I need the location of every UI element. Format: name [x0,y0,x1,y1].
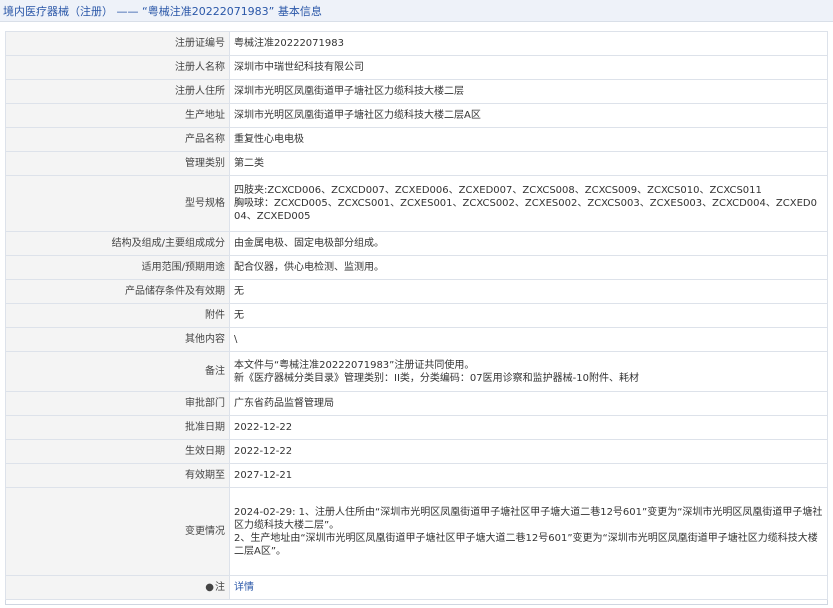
page-title: 境内医疗器械（注册） —— “粤械注准20222071983” 基本信息 [3,3,322,19]
value-model-spec: 四肢夹:ZCXCD006、ZCXCD007、ZCXED006、ZCXED007、… [229,175,828,232]
title-suffix: 基本信息 [274,5,322,18]
value-registrant-name: 深圳市中瑞世纪科技有限公司 [229,55,828,80]
value-scope: 配合仪器，供心电检测、监测用。 [229,255,828,280]
note-label: 注 [215,582,225,593]
row-storage: 产品储存条件及有效期 无 [5,279,828,304]
row-model-spec: 型号规格 四肢夹:ZCXCD006、ZCXCD007、ZCXED006、ZCXE… [5,175,828,232]
value-product-name: 重复性心电电极 [229,127,828,152]
label-management-class: 管理类别 [5,151,230,176]
row-production-address: 生产地址 深圳市光明区凤凰街道甲子塘社区力缆科技大楼二层A区 [5,103,828,128]
value-management-class: 第二类 [229,151,828,176]
value-approve-date: 2022-12-22 [229,415,828,440]
row-changes: 变更情况 2024-02-29: 1、注册人住所由“深圳市光明区凤凰街道甲子塘社… [5,487,828,576]
row-effective-date: 生效日期 2022-12-22 [5,439,828,464]
detail-table: 注册证编号 粤械注准20222071983 注册人名称 深圳市中瑞世纪科技有限公… [5,31,828,600]
label-approve-date: 批准日期 [5,415,230,440]
value-note: 详情 [229,575,828,600]
row-scope: 适用范围/预期用途 配合仪器，供心电检测、监测用。 [5,255,828,280]
value-storage: 无 [229,279,828,304]
row-accessory: 附件 无 [5,303,828,328]
remark-line-2: 新《医疗器械分类目录》管理类别：II类，分类编码：07医用诊察和监护器械-10附… [234,372,639,384]
label-model-spec: 型号规格 [5,175,230,232]
change-item-1: 2024-02-29: 1、注册人住所由“深圳市光明区凤凰街道甲子塘社区甲子塘大… [234,506,823,531]
category-breadcrumb-link[interactable]: 境内医疗器械（注册） [3,5,113,18]
value-registration-number: 粤械注准20222071983 [229,31,828,56]
value-expiry-date: 2027-12-21 [229,463,828,488]
label-expiry-date: 有效期至 [5,463,230,488]
label-registration-number: 注册证编号 [5,31,230,56]
details-link[interactable]: 详情 [234,582,254,593]
value-changes: 2024-02-29: 1、注册人住所由“深圳市光明区凤凰街道甲子塘社区甲子塘大… [229,487,828,576]
change-item-2: 2、生产地址由“深圳市光明区凤凰街道甲子塘社区甲子塘大道二巷12号601”变更为… [234,532,818,557]
row-expiry-date: 有效期至 2027-12-21 [5,463,828,488]
label-approver: 审批部门 [5,391,230,416]
row-management-class: 管理类别 第二类 [5,151,828,176]
model-spec-line-1: 四肢夹:ZCXCD006、ZCXCD007、ZCXED006、ZCXED007、… [234,185,762,196]
value-production-address: 深圳市光明区凤凰街道甲子塘社区力缆科技大楼二层A区 [229,103,828,128]
label-storage: 产品储存条件及有效期 [5,279,230,304]
label-effective-date: 生效日期 [5,439,230,464]
label-scope: 适用范围/预期用途 [5,255,230,280]
row-other: 其他内容 \ [5,327,828,352]
label-product-name: 产品名称 [5,127,230,152]
value-remark: 本文件与“粤械注准20222071983”注册证共同使用。 新《医疗器械分类目录… [229,351,828,392]
remark-line-1: 本文件与“粤械注准20222071983”注册证共同使用。 [234,359,475,371]
row-approve-date: 批准日期 2022-12-22 [5,415,828,440]
row-registrant-name: 注册人名称 深圳市中瑞世纪科技有限公司 [5,55,828,80]
value-approver: 广东省药品监督管理局 [229,391,828,416]
row-remark: 备注 本文件与“粤械注准20222071983”注册证共同使用。 新《医疗器械分… [5,351,828,392]
label-accessory: 附件 [5,303,230,328]
row-product-name: 产品名称 重复性心电电极 [5,127,828,152]
row-registration-number: 注册证编号 粤械注准20222071983 [5,31,828,56]
value-other: \ [229,327,828,352]
value-accessory: 无 [229,303,828,328]
label-note: ●注 [5,575,230,600]
record-title: “粤械注准20222071983” [142,5,275,18]
page-header: 境内医疗器械（注册） —— “粤械注准20222071983” 基本信息 [0,0,833,22]
value-structure: 由金属电极、固定电极部分组成。 [229,231,828,256]
label-changes: 变更情况 [5,487,230,576]
row-approver: 审批部门 广东省药品监督管理局 [5,391,828,416]
label-production-address: 生产地址 [5,103,230,128]
value-effective-date: 2022-12-22 [229,439,828,464]
value-registrant-address: 深圳市光明区凤凰街道甲子塘社区力缆科技大楼二层 [229,79,828,104]
pin-icon: ● [205,582,214,593]
label-registrant-name: 注册人名称 [5,55,230,80]
model-spec-line-2: 胸吸球：ZCXCD005、ZCXCS001、ZCXES001、ZCXCS002、… [234,198,817,222]
label-remark: 备注 [5,351,230,392]
title-separator: —— [113,5,142,18]
row-structure: 结构及组成/主要组成成分 由金属电极、固定电极部分组成。 [5,231,828,256]
label-structure: 结构及组成/主要组成成分 [5,231,230,256]
row-note: ●注 详情 [5,575,828,600]
label-other: 其他内容 [5,327,230,352]
label-registrant-address: 注册人住所 [5,79,230,104]
row-registrant-address: 注册人住所 深圳市光明区凤凰街道甲子塘社区力缆科技大楼二层 [5,79,828,104]
